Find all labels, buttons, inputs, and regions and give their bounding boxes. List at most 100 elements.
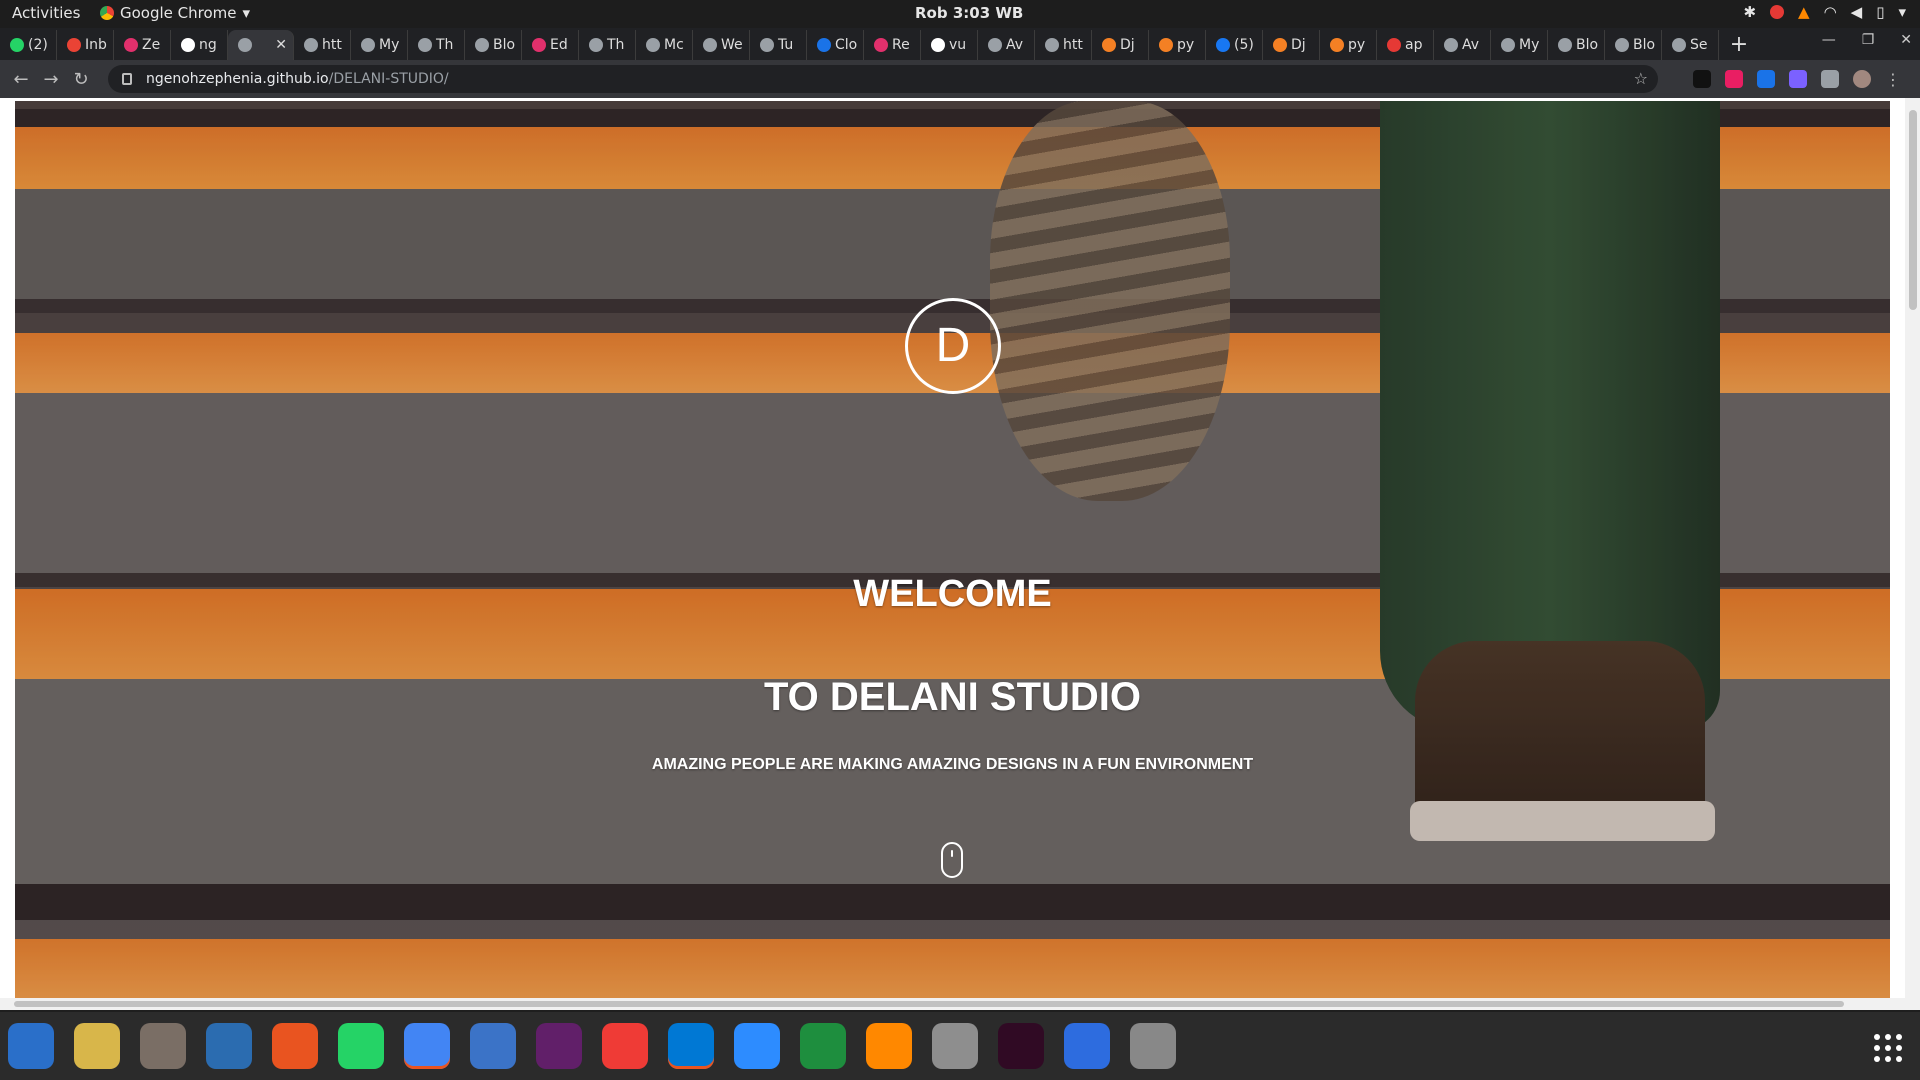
more-vert-icon[interactable]: ⋮ bbox=[1885, 70, 1901, 89]
activities-button[interactable]: Activities bbox=[12, 4, 80, 22]
remote-desktop-icon[interactable] bbox=[1064, 1023, 1110, 1069]
lock-icon[interactable] bbox=[122, 73, 132, 85]
browser-tab[interactable]: Inb bbox=[57, 30, 114, 60]
image-viewer-icon[interactable] bbox=[932, 1023, 978, 1069]
battery-icon[interactable]: ▯ bbox=[1876, 3, 1884, 21]
avatar[interactable] bbox=[1853, 70, 1871, 88]
browser-tab[interactable]: Clo bbox=[807, 30, 864, 60]
help-icon[interactable] bbox=[470, 1023, 516, 1069]
browser-tab[interactable]: Dj bbox=[1263, 30, 1320, 60]
browser-tab[interactable]: py bbox=[1320, 30, 1377, 60]
scroll-mouse-icon[interactable] bbox=[941, 842, 963, 878]
app-menu-label: Google Chrome bbox=[120, 4, 237, 22]
close-window-icon[interactable]: ✕ bbox=[1900, 32, 1912, 48]
slack-icon[interactable] bbox=[536, 1023, 582, 1069]
bookmark-star-icon[interactable]: ☆ bbox=[1634, 69, 1648, 88]
new-tab-button[interactable]: + bbox=[1719, 30, 1759, 60]
browser-tab[interactable]: My bbox=[351, 30, 408, 60]
tab-label: htt bbox=[322, 37, 342, 53]
chrome-icon[interactable] bbox=[404, 1023, 450, 1069]
browser-tab[interactable]: htt bbox=[294, 30, 351, 60]
browser-tab[interactable]: (5) bbox=[1206, 30, 1263, 60]
browser-tab[interactable]: We bbox=[693, 30, 750, 60]
browser-tab[interactable]: py bbox=[1149, 30, 1206, 60]
back-button[interactable]: ← bbox=[6, 69, 36, 90]
tab-label: Av bbox=[1006, 37, 1024, 53]
show-applications-icon[interactable] bbox=[1874, 1034, 1902, 1062]
minimize-icon[interactable]: — bbox=[1822, 32, 1836, 48]
browser-tab[interactable]: My bbox=[1491, 30, 1548, 60]
tab-label: Blo bbox=[1633, 37, 1656, 53]
globe-icon bbox=[1672, 38, 1686, 52]
restore-icon[interactable]: ❐ bbox=[1862, 32, 1875, 48]
browser-tab[interactable]: Ze bbox=[114, 30, 171, 60]
chevron-down-icon: ▾ bbox=[242, 4, 251, 22]
welcome-heading: WELCOME bbox=[853, 573, 1052, 615]
browser-tab[interactable]: ap bbox=[1377, 30, 1434, 60]
terminal-icon[interactable] bbox=[998, 1023, 1044, 1069]
forward-button[interactable]: → bbox=[36, 69, 66, 90]
software-icon[interactable] bbox=[272, 1023, 318, 1069]
browser-tab[interactable]: (2) bbox=[0, 30, 57, 60]
files-icon[interactable] bbox=[140, 1023, 186, 1069]
browser-tab[interactable]: Blo bbox=[1605, 30, 1662, 60]
browser-tab[interactable]: Blo bbox=[1548, 30, 1605, 60]
settings-icon[interactable] bbox=[1130, 1023, 1176, 1069]
scrollbar-thumb[interactable] bbox=[14, 1001, 1844, 1007]
chrome-app-icon bbox=[100, 6, 114, 20]
horizontal-scrollbar[interactable] bbox=[0, 998, 1905, 1010]
whatsapp-icon[interactable] bbox=[338, 1023, 384, 1069]
browser-tab[interactable]: Av bbox=[978, 30, 1035, 60]
browser-tab[interactable]: Re bbox=[864, 30, 921, 60]
browser-tab[interactable]: ng bbox=[171, 30, 228, 60]
browser-tab[interactable]: vu bbox=[921, 30, 978, 60]
extension-icon[interactable] bbox=[1757, 70, 1775, 88]
browser-tab[interactable]: Se bbox=[1662, 30, 1719, 60]
reload-button[interactable]: ↻ bbox=[66, 69, 96, 90]
calc-icon[interactable] bbox=[800, 1023, 846, 1069]
chevron-down-icon[interactable]: ▾ bbox=[1898, 3, 1906, 21]
tab-label: My bbox=[379, 37, 400, 53]
browser-tab[interactable]: htt bbox=[1035, 30, 1092, 60]
browser-tab[interactable]: Mc bbox=[636, 30, 693, 60]
rhythmbox-icon[interactable] bbox=[74, 1023, 120, 1069]
extensions-area: ⋮ bbox=[1693, 70, 1901, 89]
zoom-icon[interactable] bbox=[734, 1023, 780, 1069]
slack-tray-icon[interactable]: ✱ bbox=[1743, 3, 1756, 21]
tab-label: ap bbox=[1405, 37, 1423, 53]
tab-label: py bbox=[1177, 37, 1195, 53]
vlc-icon[interactable] bbox=[866, 1023, 912, 1069]
extension-icon[interactable] bbox=[1725, 70, 1743, 88]
clock[interactable]: Rob 3:03 WB bbox=[915, 4, 1023, 22]
browser-tab[interactable]: Tu bbox=[750, 30, 807, 60]
globe-icon bbox=[1045, 38, 1059, 52]
browser-tab[interactable]: Dj bbox=[1092, 30, 1149, 60]
browser-tab[interactable]: Th bbox=[579, 30, 636, 60]
tree-icon bbox=[703, 38, 717, 52]
thunderbird-icon[interactable] bbox=[8, 1023, 54, 1069]
address-bar[interactable]: ngenohzephenia.github.io/DELANI-STUDIO/ … bbox=[108, 65, 1658, 93]
browser-tab[interactable]: Ed bbox=[522, 30, 579, 60]
browser-tab[interactable]: Av bbox=[1434, 30, 1491, 60]
instagram-icon bbox=[874, 38, 888, 52]
do-not-disturb-icon[interactable] bbox=[1770, 5, 1785, 19]
url-domain: ngenohzephenia.github.io bbox=[146, 71, 329, 87]
vlc-tray-icon[interactable]: ▲ bbox=[1798, 3, 1810, 21]
wifi-icon[interactable]: ◠ bbox=[1824, 3, 1837, 21]
app-menu[interactable]: Google Chrome ▾ bbox=[100, 4, 250, 22]
scrollbar-thumb[interactable] bbox=[1909, 110, 1917, 310]
vertical-scrollbar[interactable] bbox=[1905, 98, 1920, 1010]
extension-icon[interactable] bbox=[1693, 70, 1711, 88]
close-tab-icon[interactable]: ✕ bbox=[275, 37, 287, 53]
browser-tab[interactable]: Th bbox=[408, 30, 465, 60]
browser-tab[interactable]: Blo bbox=[465, 30, 522, 60]
puzzle-icon[interactable] bbox=[1821, 70, 1839, 88]
tab-label: We bbox=[721, 37, 743, 53]
volume-icon[interactable]: ◀ bbox=[1851, 3, 1863, 21]
vscode-icon[interactable] bbox=[668, 1023, 714, 1069]
system-tray[interactable]: ✱ ▲ ◠ ◀ ▯ ▾ bbox=[1743, 3, 1906, 21]
browser-tab[interactable]: ✕ bbox=[228, 30, 294, 60]
anydesk-icon[interactable] bbox=[602, 1023, 648, 1069]
extension-icon[interactable] bbox=[1789, 70, 1807, 88]
writer-icon[interactable] bbox=[206, 1023, 252, 1069]
